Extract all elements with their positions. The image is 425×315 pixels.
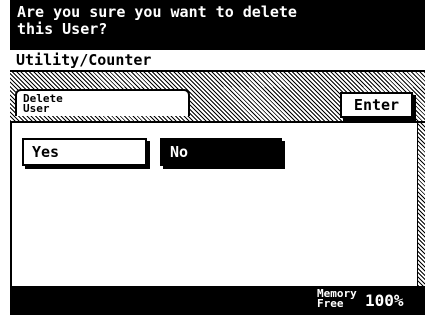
hatch-band xyxy=(10,72,425,88)
message-line-2: this User? xyxy=(17,20,108,38)
screen: Are you sure you want to delete this Use… xyxy=(10,0,425,315)
memory-label: Memory Free xyxy=(317,288,357,310)
no-button[interactable]: No xyxy=(160,138,282,166)
breadcrumb: Utility/Counter xyxy=(10,50,425,72)
confirmation-message: Are you sure you want to delete this Use… xyxy=(10,0,425,50)
memory-label-line-2: Free xyxy=(317,297,344,310)
yes-button[interactable]: Yes xyxy=(22,138,147,166)
right-strip xyxy=(417,123,425,286)
tab-delete-user: Delete User xyxy=(15,89,190,116)
status-bar: Memory Free 100% xyxy=(10,286,425,315)
tab-label-line-2: User xyxy=(23,102,50,115)
content-area: Yes No xyxy=(10,123,419,286)
header-row: Delete User Enter xyxy=(10,87,425,123)
message-line-1: Are you sure you want to delete xyxy=(17,3,297,21)
enter-button[interactable]: Enter xyxy=(340,92,413,118)
memory-value: 100% xyxy=(365,291,404,310)
